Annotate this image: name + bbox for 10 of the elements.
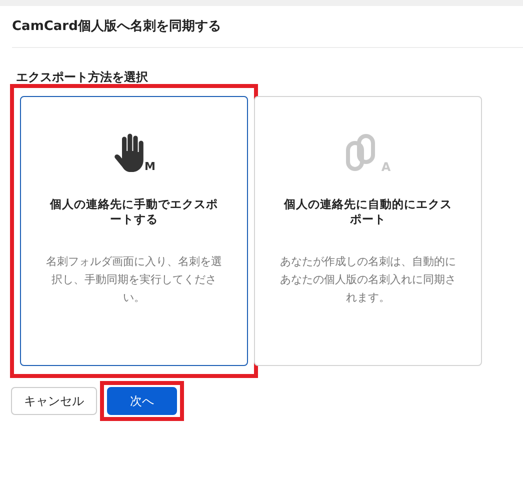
option-description: あなたが作成しの名刺は、自動的にあなたの個人版の名刺入れに同期されます。 xyxy=(279,254,457,306)
icon-letter: M xyxy=(144,161,156,173)
option-title: 個人の連絡先に自動的にエクスポート xyxy=(282,197,453,227)
option-title: 個人の連絡先に手動でエクスポートする xyxy=(48,197,219,227)
cancel-button[interactable]: キャンセル xyxy=(11,387,97,415)
dialog-title: CamCard個人版へ名刺を同期する xyxy=(12,18,222,36)
option-description: 名刺フォルダ画面に入り、名刺を選択し、手動同期を実行してください。 xyxy=(45,254,223,306)
next-button[interactable]: 次へ xyxy=(107,387,177,415)
section-heading: エクスポート方法を選択 xyxy=(15,69,149,84)
option-card[interactable]: M 個人の連絡先に手動でエクスポートする 名刺フォルダ画面に入り、名刺を選択し、手動同期を実行してください。 xyxy=(20,96,248,366)
